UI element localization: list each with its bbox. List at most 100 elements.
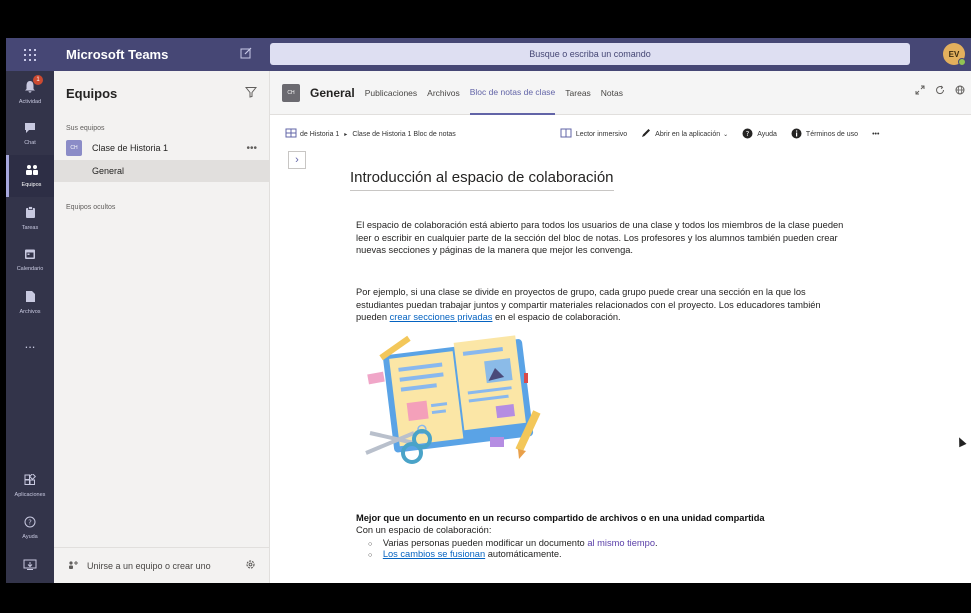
teams-panel: Equipos Sus equipos CH Clase de Historia…: [54, 71, 270, 583]
refresh-icon[interactable]: [935, 85, 945, 98]
private-sections-link[interactable]: crear secciones privadas: [390, 312, 493, 322]
more-options-icon[interactable]: •••: [246, 143, 257, 154]
join-create-team[interactable]: Unirse a un equipo o crear uno: [54, 547, 270, 583]
rail-item-tareas[interactable]: Tareas: [6, 197, 54, 239]
gear-icon[interactable]: [245, 559, 256, 573]
rail-bottom: Aplicaciones ? Ayuda: [6, 465, 54, 583]
teams-window: Microsoft Teams Busque o escriba un coma…: [6, 38, 971, 583]
breadcrumb-section[interactable]: de Historia 1: [300, 131, 339, 138]
rail-item-download[interactable]: [6, 549, 54, 583]
rail-item-chat[interactable]: Chat: [6, 113, 54, 155]
open-in-app-button[interactable]: Abrir en la aplicación ⌄: [641, 128, 728, 140]
join-create-label: Unirse a un equipo o crear uno: [87, 560, 211, 571]
section-intro[interactable]: Con un espacio de colaboración:: [356, 525, 491, 535]
tab-notas[interactable]: Notas: [601, 71, 623, 115]
rail-label: Ayuda: [22, 534, 38, 540]
channel-title: General: [310, 85, 355, 100]
immersive-reader-label: Lector inmersivo: [575, 130, 628, 138]
presence-icon: [958, 58, 966, 66]
bullet-1-end: .: [655, 538, 658, 548]
add-team-icon: [68, 560, 79, 572]
channel-avatar: CH: [282, 83, 300, 102]
help-circle-icon: ?: [742, 128, 753, 141]
rail-item-actividad[interactable]: 1 Actividad: [6, 71, 54, 113]
team-item[interactable]: CH Clase de Historia 1 •••: [54, 136, 269, 160]
notification-badge: 1: [33, 75, 43, 85]
chat-icon: [24, 122, 36, 137]
rail-label: Tareas: [21, 224, 39, 231]
channel-item-general[interactable]: General: [54, 160, 269, 182]
open-in-app-label: Abrir en la aplicación: [655, 130, 721, 138]
help-button[interactable]: ? Ayuda: [742, 128, 777, 141]
expand-navigation-button[interactable]: ›: [288, 151, 306, 169]
filter-icon[interactable]: [244, 86, 258, 101]
mouse-cursor: [955, 435, 967, 448]
info-icon: [791, 128, 802, 141]
tab-archivos[interactable]: Archivos: [427, 71, 460, 115]
globe-icon[interactable]: [955, 85, 965, 98]
paragraph-1[interactable]: El espacio de colaboración está abierto …: [356, 219, 846, 257]
bullet-1-highlight: al mismo tiempo: [587, 538, 655, 548]
svg-text:?: ?: [746, 130, 750, 138]
rail-item-equipos[interactable]: Equipos: [6, 155, 54, 197]
rail-label: Calendario: [16, 266, 44, 272]
chevron-right-icon: ›: [295, 154, 299, 166]
more-options-button[interactable]: •••: [872, 131, 879, 138]
list-item[interactable]: Varias personas pueden modificar un docu…: [368, 538, 658, 548]
more-icon: ...: [24, 336, 36, 351]
onenote-toolbar: de Historia 1 ▸ Clase de Historia 1 Bloc…: [285, 123, 971, 145]
tab-tareas[interactable]: Tareas: [565, 71, 591, 115]
rail-item-ayuda[interactable]: ? Ayuda: [6, 507, 54, 549]
help-icon: ?: [24, 516, 36, 531]
tasks-icon: [25, 205, 36, 222]
paragraph-2[interactable]: Por ejemplo, si una clase se divide en p…: [356, 286, 846, 324]
rail-item-calendario[interactable]: Calendario: [6, 239, 54, 281]
chevron-down-icon: ⌄: [723, 131, 729, 138]
app-title: Microsoft Teams: [66, 47, 169, 62]
section-subtitle[interactable]: Mejor que un documento en un recurso com…: [356, 513, 765, 523]
more-icon: •••: [872, 130, 880, 138]
header-actions: [915, 85, 965, 98]
hidden-teams-label[interactable]: Equipos ocultos: [54, 204, 269, 211]
compose-icon[interactable]: [226, 47, 266, 62]
bullet-2-link[interactable]: Los cambios se fusionan: [383, 549, 485, 559]
pencil-icon: [641, 128, 651, 140]
app-launcher-icon[interactable]: [6, 38, 54, 71]
terms-button[interactable]: Términos de uso: [791, 128, 858, 141]
bullet-1-text: Varias personas pueden modificar un docu…: [382, 538, 588, 548]
breadcrumb-notebook[interactable]: Clase de Historia 1 Bloc de notas: [352, 131, 456, 138]
panel-title: Equipos: [66, 85, 118, 101]
apps-icon: [24, 472, 37, 489]
tab-publicaciones[interactable]: Publicaciones: [365, 71, 417, 115]
sections-icon[interactable]: [285, 127, 297, 141]
top-bar: Microsoft Teams Busque o escriba un coma…: [6, 38, 971, 71]
tab-bloc-de-notas[interactable]: Bloc de notas de clase: [469, 71, 556, 115]
files-icon: [25, 290, 36, 306]
immersive-reader-button[interactable]: Lector inmersivo: [560, 128, 627, 140]
feature-list: Varias personas pueden modificar un docu…: [368, 538, 658, 560]
team-avatar: CH: [66, 140, 82, 156]
team-name: Clase de Historia 1: [92, 143, 169, 153]
breadcrumb[interactable]: de Historia 1 ▸ Clase de Historia 1 Bloc…: [285, 127, 456, 141]
immersive-reader-icon: [560, 128, 572, 140]
expand-icon[interactable]: [915, 85, 925, 98]
channel-header: CH General Publicaciones Archivos Bloc d…: [270, 71, 971, 115]
rail-item-more[interactable]: ...: [6, 323, 54, 365]
rail-label: Aplicaciones: [14, 492, 46, 498]
search-input[interactable]: Busque o escriba un comando: [270, 43, 910, 65]
rail-label: Actividad: [18, 98, 42, 105]
page-title[interactable]: Introducción al espacio de colaboración: [350, 169, 614, 191]
avatar-initials: EV: [948, 49, 960, 59]
avatar[interactable]: EV: [943, 43, 966, 66]
list-item[interactable]: Los cambios se fusionan automáticamente.: [368, 549, 658, 559]
teams-icon: [25, 164, 39, 179]
rail-item-archivos[interactable]: Archivos: [6, 281, 54, 323]
svg-text:?: ?: [28, 519, 32, 527]
chevron-right-icon: ▸: [344, 131, 348, 138]
rail-item-aplicaciones[interactable]: Aplicaciones: [6, 465, 54, 507]
notebook-illustration: [356, 325, 566, 485]
notebook-page[interactable]: Introducción al espacio de colaboración …: [306, 147, 971, 583]
rail-label: Equipos: [21, 182, 42, 188]
your-teams-label: Sus equipos: [66, 125, 105, 132]
paragraph-2-end: en el espacio de colaboración.: [492, 312, 621, 322]
